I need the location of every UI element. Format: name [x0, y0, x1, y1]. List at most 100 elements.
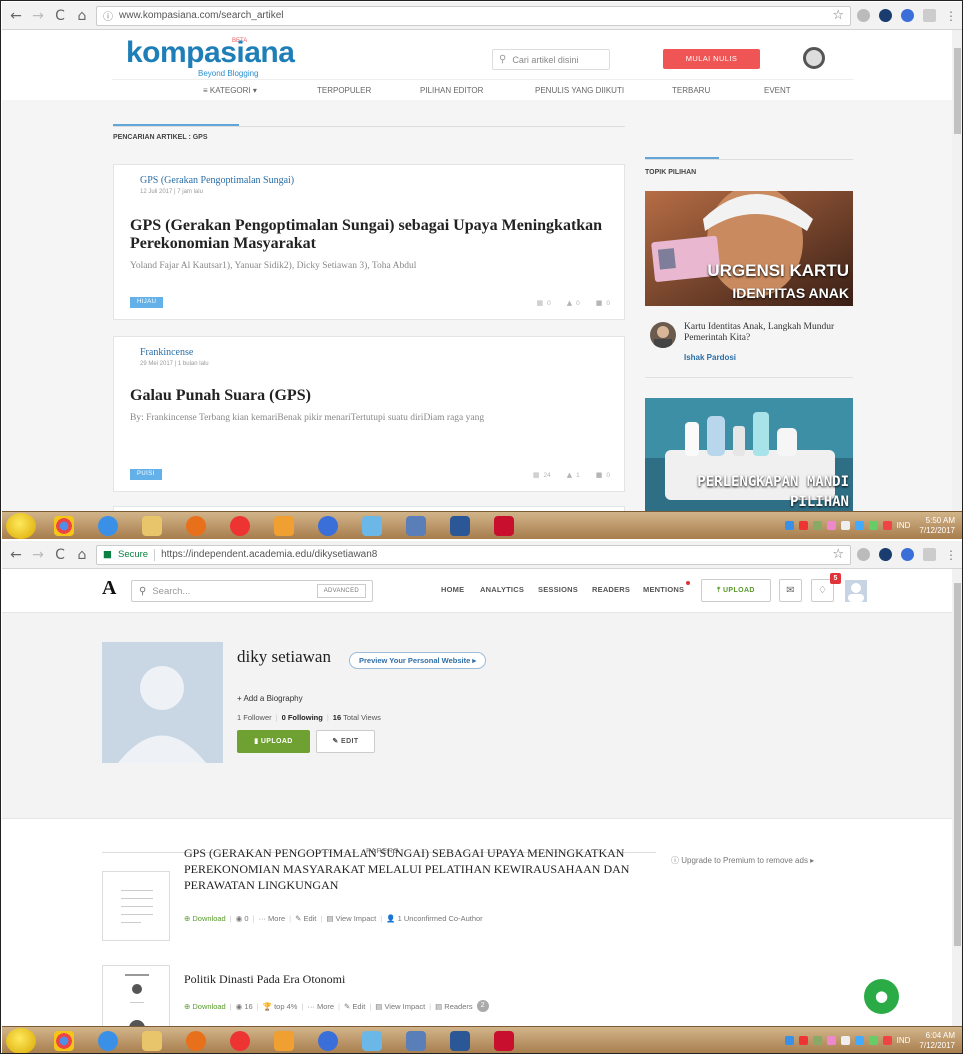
menu-icon[interactable]: ⋮: [945, 548, 957, 562]
flag-icon[interactable]: [882, 1036, 892, 1045]
reload-icon[interactable]: C: [52, 8, 68, 24]
taskbar-app-icon[interactable]: [264, 1029, 304, 1053]
home-icon[interactable]: ⌂: [74, 547, 90, 563]
user-avatar[interactable]: [803, 47, 825, 69]
taskbar-app-icon[interactable]: [396, 514, 436, 538]
site-logo[interactable]: kompasiana: [126, 36, 295, 70]
extension-icon[interactable]: [879, 9, 892, 22]
language-indicator[interactable]: IND: [897, 1036, 911, 1045]
taskbar-app-icon[interactable]: [352, 514, 392, 538]
nav-terpopuler[interactable]: TERPOPULER: [317, 86, 371, 95]
reload-icon[interactable]: C: [52, 547, 68, 563]
nav-home[interactable]: HOME: [441, 585, 464, 594]
extension-icon[interactable]: [857, 548, 870, 561]
mail-icon[interactable]: ✉: [779, 579, 802, 602]
taskbar-word-icon[interactable]: [440, 1029, 480, 1053]
tray-icon[interactable]: [826, 1036, 836, 1045]
topic-banner-bath[interactable]: PERLENGKAPAN MANDI PILIHAN: [645, 398, 853, 511]
user-avatar[interactable]: [845, 580, 867, 602]
taskbar-app-icon[interactable]: [352, 1029, 392, 1053]
write-button[interactable]: MULAI NULIS: [663, 49, 760, 69]
paper-title[interactable]: Politik Dinasti Pada Era Otonomi: [184, 971, 674, 987]
result-tag[interactable]: HIJAU: [130, 297, 164, 308]
result-card[interactable]: Frankincense 29 Mei 2017 | 1 bulan lalu …: [113, 336, 625, 492]
forward-icon[interactable]: →: [30, 547, 46, 563]
page-scrollbar[interactable]: [952, 30, 962, 511]
coauthor-link[interactable]: 👤 1 Unconfirmed Co-Author: [386, 914, 482, 923]
result-card[interactable]: GPS (Gerakan Pengoptimalan Sungai) 12 Ju…: [113, 164, 625, 320]
nav-readers[interactable]: READERS: [592, 585, 630, 594]
extension-icon[interactable]: [857, 9, 870, 22]
tray-icon[interactable]: [854, 521, 864, 530]
upload-button[interactable]: ⤒ UPLOAD: [701, 579, 771, 602]
taskbar-app-icon[interactable]: [264, 514, 304, 538]
taskbar-explorer-icon[interactable]: [132, 514, 172, 538]
taskbar-explorer-icon[interactable]: [132, 1029, 172, 1053]
profile-photo[interactable]: [102, 642, 223, 763]
academia-logo[interactable]: A: [102, 577, 116, 600]
taskbar-firefox-icon[interactable]: [176, 514, 216, 538]
scrollbar-thumb[interactable]: [954, 48, 961, 134]
add-biography-link[interactable]: + Add a Biography: [237, 694, 303, 703]
result-tag[interactable]: PUISI: [130, 469, 162, 480]
profile-upload-button[interactable]: ▮ UPLOAD: [237, 730, 310, 753]
star-icon[interactable]: ☆: [832, 8, 844, 23]
home-icon[interactable]: ⌂: [74, 8, 90, 24]
address-bar[interactable]: ⓘ www.kompasiana.com/search_artikel ☆: [96, 5, 851, 26]
extension-icon[interactable]: [901, 9, 914, 22]
flag-icon[interactable]: [882, 521, 892, 530]
taskbar-chrome-icon[interactable]: [44, 514, 84, 538]
followers-count[interactable]: 1 Follower: [237, 713, 272, 722]
sidebar-article-title[interactable]: Kartu Identitas Anak, Langkah Mundur Pem…: [684, 322, 849, 344]
taskbar-ie-icon[interactable]: [88, 514, 128, 538]
more-link[interactable]: ··· More: [258, 914, 285, 923]
nav-analytics[interactable]: ANALYTICS: [480, 585, 524, 594]
nav-terbaru[interactable]: TERBARU: [672, 86, 710, 95]
download-link[interactable]: ⊕ Download: [184, 1002, 226, 1011]
view-impact-link[interactable]: ▤ View Impact: [326, 914, 376, 923]
result-category[interactable]: Frankincense: [140, 347, 193, 358]
following-count[interactable]: 0 Following: [282, 713, 323, 722]
taskbar-pdf-icon[interactable]: [484, 1029, 524, 1053]
extension-icon[interactable]: [923, 9, 936, 22]
taskbar-clock[interactable]: 5:50 AM 7/12/2017: [919, 516, 955, 536]
back-icon[interactable]: ←: [8, 8, 24, 24]
search-input[interactable]: ⚲ Cari artikel disini: [492, 49, 610, 70]
tray-icon[interactable]: [812, 1036, 822, 1045]
taskbar-word-icon[interactable]: [440, 514, 480, 538]
tray-icon[interactable]: [868, 521, 878, 530]
tray-icon[interactable]: [784, 521, 794, 530]
tray-icon[interactable]: [798, 1036, 808, 1045]
sidebar-article-author[interactable]: Ishak Pardosi: [684, 353, 736, 362]
taskbar-app-icon[interactable]: [396, 1029, 436, 1053]
start-button[interactable]: [6, 512, 36, 539]
address-bar[interactable]: ■ Secure https://independent.academia.ed…: [96, 544, 851, 565]
nav-event[interactable]: EVENT: [764, 86, 791, 95]
taskbar-pdf-icon[interactable]: [484, 514, 524, 538]
taskbar-media-icon[interactable]: [220, 1029, 260, 1053]
download-link[interactable]: ⊕ Download: [184, 914, 226, 923]
search-input[interactable]: ⚲ Search... ADVANCED: [131, 580, 373, 602]
result-title[interactable]: Galau Punah Suara (GPS): [130, 387, 620, 405]
language-indicator[interactable]: IND: [897, 521, 911, 530]
taskbar-clock[interactable]: 6:04 AM 7/12/2017: [919, 1031, 955, 1051]
edit-link[interactable]: ✎ Edit: [295, 914, 316, 923]
signal-icon[interactable]: [840, 521, 850, 530]
paper-title[interactable]: GPS (GERAKAN PENGOPTIMALAN SUNGAI) SEBAG…: [184, 845, 674, 893]
edit-link[interactable]: ✎ Edit: [344, 1002, 365, 1011]
nav-mentions[interactable]: MENTIONS: [643, 585, 684, 594]
forward-icon[interactable]: →: [30, 8, 46, 24]
nav-sessions[interactable]: SESSIONS: [538, 585, 578, 594]
extension-icon[interactable]: [879, 548, 892, 561]
tray-icon[interactable]: [784, 1036, 794, 1045]
taskbar-media-icon[interactable]: [220, 514, 260, 538]
upgrade-premium-link[interactable]: ⓘ Upgrade to Premium to remove ads ▸: [671, 855, 814, 866]
start-button[interactable]: [6, 1027, 36, 1053]
signal-icon[interactable]: [840, 1036, 850, 1045]
scrollbar-thumb[interactable]: [954, 583, 961, 946]
star-icon[interactable]: ☆: [832, 547, 844, 562]
taskbar-app-icon[interactable]: [308, 1029, 348, 1053]
tray-icon[interactable]: [798, 521, 808, 530]
nav-kategori[interactable]: ≡ KATEGORI ▾: [203, 86, 257, 95]
topic-banner-id-card[interactable]: URGENSI KARTU IDENTITAS ANAK: [645, 191, 853, 306]
